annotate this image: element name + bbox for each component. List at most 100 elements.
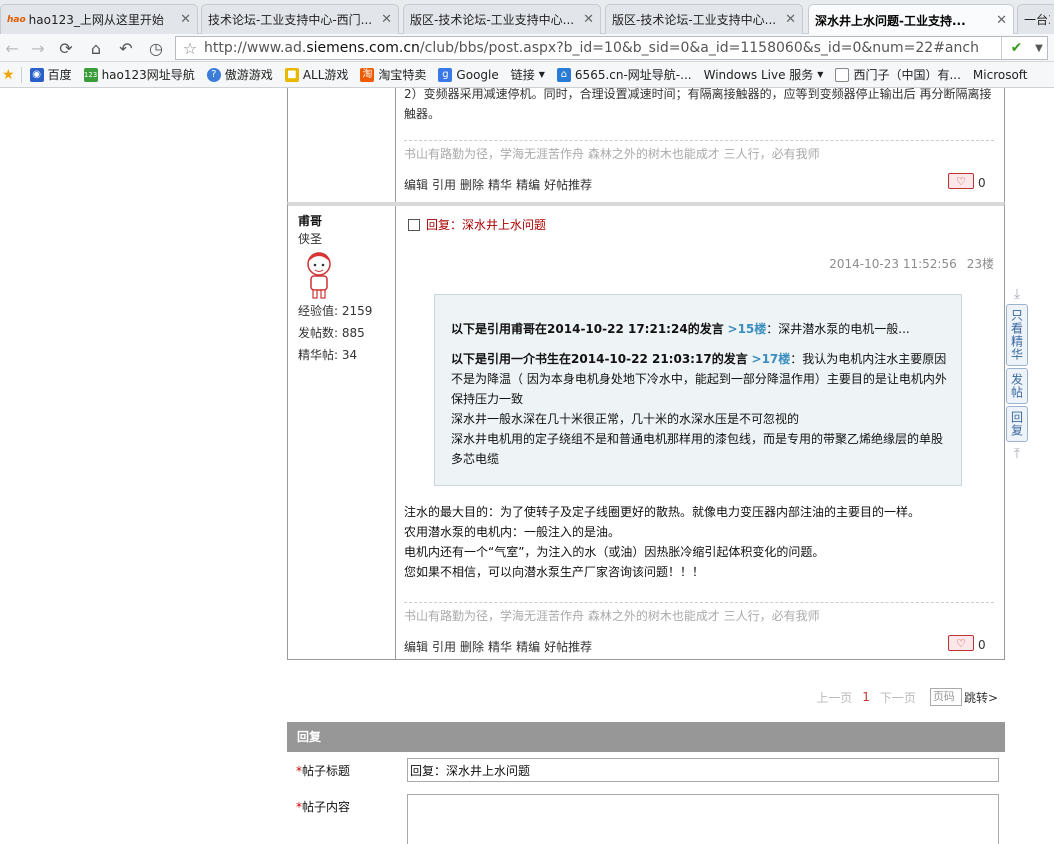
previous-post: 2）变频器采用减速停机。同时，合理设置减速时间；有隔离接触器的，应等到变频器停止…	[287, 88, 1005, 202]
like-count: 0	[978, 638, 986, 652]
taobao-icon: 淘	[360, 67, 375, 82]
quote-author[interactable]: 甫哥	[511, 322, 535, 336]
heart-icon[interactable]: ♡	[948, 173, 974, 189]
stat-label: 精华帖:	[298, 348, 339, 362]
fine-edit-link[interactable]: 精编	[516, 640, 540, 654]
pagination: 上一页 1 下一页 页码 跳转>	[816, 688, 998, 706]
delete-link[interactable]: 删除	[460, 178, 484, 192]
close-icon[interactable]: ✕	[785, 12, 796, 27]
bookmark-microsoft[interactable]: Microsoft	[973, 68, 1028, 82]
text-line: 触器。	[404, 107, 441, 121]
page-number-input[interactable]: 页码	[929, 688, 962, 706]
tab-board-2[interactable]: 版区-技术论坛-工业支持中心... ✕	[605, 4, 803, 34]
home-icon[interactable]: ⌂	[86, 38, 106, 58]
tab-board-1[interactable]: 版区-技术论坛-工业支持中心... ✕	[403, 4, 601, 34]
post-actions: 编辑 引用 删除 精华 精编 好帖推荐	[404, 176, 596, 193]
extension-icon[interactable]: ✔	[1001, 37, 1031, 59]
chevron-down-icon[interactable]: ▼	[1031, 37, 1047, 59]
heart-icon[interactable]: ♡	[948, 635, 974, 651]
delete-link[interactable]: 删除	[460, 640, 484, 654]
bookmark-links-folder[interactable]: 链接 ▼	[511, 66, 545, 83]
jump-button[interactable]: 跳转>	[964, 689, 998, 706]
url-text[interactable]: http://www.ad.siemens.com.cn/club/bbs/po…	[204, 40, 1001, 56]
divider	[20, 66, 22, 83]
previous-post-text: 2）变频器采用减速停机。同时，合理设置减速时间；有隔离接触器的，应等到变频器停止…	[404, 88, 994, 124]
quote-1: 以下是引用甫哥在2014-10-22 17:21:24的发言 >15楼：深井潜水…	[451, 319, 947, 339]
tab-title: 版区-技术论坛-工业支持中心...	[612, 13, 777, 27]
bookmark-siemens[interactable]: 西门子（中国）有...	[835, 66, 961, 83]
post-actions: 编辑 引用 删除 精华 精编 好帖推荐	[404, 638, 596, 655]
content-label: *帖子内容	[296, 800, 351, 814]
text-line: 2）变频器采用减速停机。同时，合理设置减速时间；有隔离接触器的，应等到变频器停止…	[404, 88, 992, 101]
close-icon[interactable]: ✕	[583, 12, 594, 27]
bag-icon: ■	[284, 67, 299, 82]
avatar[interactable]	[302, 250, 336, 300]
select-checkbox[interactable]	[408, 218, 420, 231]
stat-value: 885	[341, 326, 365, 340]
quote-text: 深水井电机用的定子绕组不是和普通电机那样用的漆包线，而是专用的带聚乙烯绝缘层的单…	[451, 432, 944, 466]
reply-button[interactable]: 回复	[1006, 406, 1028, 442]
edit-link[interactable]: 编辑	[404, 640, 428, 654]
bookmark-star-icon[interactable]: ☆	[176, 39, 204, 58]
address-bar[interactable]: ☆ http://www.ad.siemens.com.cn/club/bbs/…	[175, 36, 1048, 60]
baidu-icon: ◉	[29, 67, 44, 82]
quote-label: 在	[559, 352, 572, 366]
close-icon[interactable]: ✕	[381, 12, 392, 27]
fine-edit-link[interactable]: 精编	[516, 178, 540, 192]
undo-close-icon[interactable]: ↶	[116, 38, 136, 58]
prev-page-link[interactable]: 上一页	[816, 689, 852, 706]
bookmark-google[interactable]: g Google	[438, 67, 499, 82]
tab-forum[interactable]: 技术论坛-工业支持中心-西门... ✕	[201, 4, 399, 34]
essence-link[interactable]: 精华	[488, 640, 512, 654]
bookmark-taobao[interactable]: 淘淘宝特卖	[360, 66, 426, 83]
post-title: 回复：深水井上水问题	[408, 216, 546, 233]
signature: 书山有路勤为径，学海无涯苦作舟 森林之外的树木也能成才 三人行，必有我师	[404, 602, 994, 624]
tab-hao123[interactable]: hao hao123_上网从这里开始 ✕	[0, 4, 198, 34]
recommend-link[interactable]: 好帖推荐	[544, 178, 592, 192]
new-post-button[interactable]: 发帖	[1006, 368, 1028, 404]
title-input[interactable]	[407, 758, 999, 782]
quote-time: 2014-10-22 17:21:24	[547, 322, 688, 336]
tab-active-post[interactable]: 深水井上水问题-工业支持... ✕	[808, 4, 1014, 35]
column-divider	[395, 88, 396, 202]
essence-link[interactable]: 精华	[488, 178, 512, 192]
bookmark-windows-live[interactable]: Windows Live 服务 ▼	[704, 66, 824, 83]
content-textarea[interactable]	[407, 794, 999, 844]
quote-floor-link[interactable]: >15楼	[728, 322, 767, 336]
quote-floor-link[interactable]: >17楼	[752, 352, 791, 366]
tab-partial[interactable]: 一台3	[1017, 4, 1054, 34]
google-icon: g	[438, 67, 453, 82]
refresh-icon[interactable]: ⟳	[56, 38, 76, 58]
next-page-link[interactable]: 下一页	[880, 689, 916, 706]
close-icon[interactable]: ✕	[996, 13, 1007, 28]
page-content: 2）变频器采用减速停机。同时，合理设置减速时间；有隔离接触器的，应等到变频器停止…	[0, 88, 1054, 844]
bookmark-6565[interactable]: ⌂ 6565.cn-网址导航-...	[556, 66, 692, 83]
quote-label: 的发言	[711, 352, 748, 366]
quote-author[interactable]: 一介书生	[511, 352, 559, 366]
body-line: 农用潜水泵的电机内：一般注入的是油。	[404, 525, 621, 539]
bookmark-baidu[interactable]: ◉ 百度	[29, 66, 72, 83]
game-icon: ?	[206, 67, 221, 82]
bookmark-all-games[interactable]: ■ ALL游戏	[284, 66, 348, 83]
stat-label: 发帖数:	[298, 326, 339, 340]
close-icon[interactable]: ✕	[180, 12, 191, 27]
favorites-star-icon[interactable]: ★	[2, 67, 15, 83]
only-essence-button[interactable]: 只看精华	[1006, 304, 1028, 366]
hao123-icon: 123	[83, 67, 98, 82]
history-icon[interactable]: ◷	[146, 38, 166, 58]
bookmark-aoyou-games[interactable]: ? 傲游游戏	[206, 66, 273, 83]
scroll-bottom-icon[interactable]: ⤓	[1006, 284, 1028, 304]
quote-link[interactable]: 引用	[432, 640, 456, 654]
back-icon[interactable]: ←	[2, 38, 22, 58]
recommend-link[interactable]: 好帖推荐	[544, 640, 592, 654]
scroll-top-icon[interactable]: ⤒	[1006, 444, 1028, 464]
bookmark-hao123[interactable]: 123 hao123网址导航	[83, 66, 195, 83]
post-23: 甫哥 侠圣 经验值: 2159 发帖数: 885 精华帖: 34 回复：深水井上…	[287, 202, 1005, 660]
forward-icon[interactable]: →	[28, 38, 48, 58]
quote-text: 深水井一般水深在几十米很正常，几十米的水深水压是不可忽视的	[451, 412, 800, 426]
author-name[interactable]: 甫哥	[298, 212, 322, 229]
reply-header: 回复	[287, 722, 1005, 752]
quote-link[interactable]: 引用	[432, 178, 456, 192]
hao123-icon: hao	[7, 14, 26, 25]
edit-link[interactable]: 编辑	[404, 178, 428, 192]
